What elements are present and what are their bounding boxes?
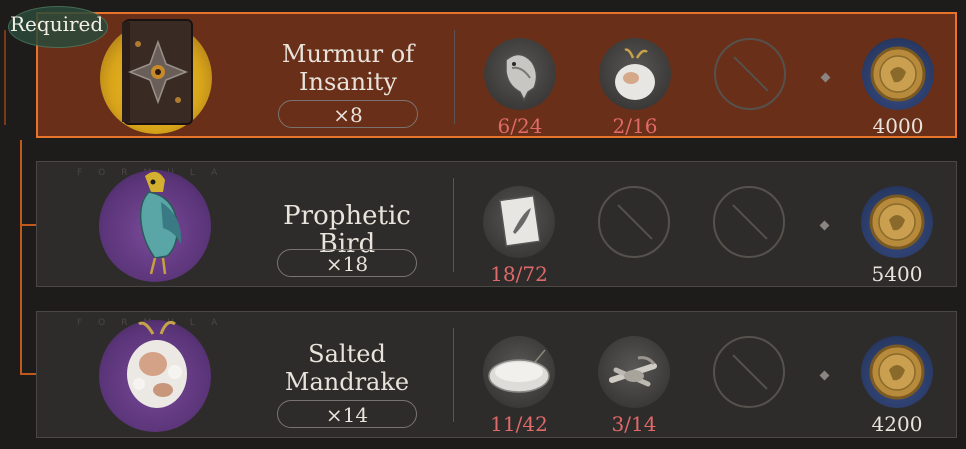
gold-coin-icon	[870, 46, 926, 102]
feather-card-icon	[498, 194, 541, 247]
empty-ingredient-slot	[598, 186, 670, 258]
ingredient-count: 11/42	[490, 412, 548, 436]
prophetic-bird-icon	[139, 171, 182, 275]
gold-coin-icon	[869, 194, 925, 250]
cost-slot	[862, 38, 934, 110]
separator-diamond	[819, 220, 830, 231]
ingredient-slot[interactable]	[599, 38, 671, 110]
dark-grimoire-book-icon	[122, 19, 193, 125]
empty-ingredient-slot	[714, 38, 786, 110]
separator-diamond	[819, 370, 830, 381]
cost-amount: 5400	[871, 262, 923, 286]
mandrake-root-icon	[609, 356, 657, 387]
empty-ingredient-slot	[713, 336, 785, 408]
ingredient-slot[interactable]	[483, 186, 555, 258]
recipe-row-salted-mandrake[interactable]: FORMULA Salted Mandrake ×14 11/42 3/14	[36, 311, 957, 438]
tree-branch-1	[20, 224, 36, 226]
tree-connector-top	[4, 30, 6, 125]
tree-branch-2	[20, 373, 36, 375]
required-label: Required	[10, 12, 104, 36]
divider	[454, 30, 455, 124]
salted-mandrake-icon	[615, 48, 655, 100]
quantity-pill[interactable]: ×18	[277, 249, 417, 277]
salt-bowl-icon	[488, 349, 550, 393]
ingredient-count: 6/24	[497, 114, 543, 138]
recipe-row-prophetic-bird[interactable]: FORMULA Prophetic Bird ×18 18/72 5400	[36, 161, 957, 287]
cost-amount: 4200	[871, 412, 923, 436]
divider	[453, 178, 454, 272]
divider	[453, 328, 454, 422]
empty-ingredient-slot	[713, 186, 785, 258]
separator-diamond	[820, 72, 831, 83]
ingredient-count: 2/16	[612, 114, 658, 138]
cost-slot	[861, 186, 933, 258]
cost-slot	[861, 336, 933, 408]
quantity-pill[interactable]: ×14	[277, 400, 417, 428]
salted-mandrake-icon	[127, 320, 187, 408]
cost-amount: 4000	[872, 114, 924, 138]
item-name: Murmur of Insanity	[281, 40, 415, 96]
ingredient-count: 18/72	[490, 262, 548, 286]
ingredient-slot[interactable]	[483, 336, 555, 408]
ingredient-count: 3/14	[611, 412, 657, 436]
ingredient-slot[interactable]	[484, 38, 556, 110]
item-name: Salted Mandrake	[284, 340, 410, 396]
recipe-row-murmur-of-insanity[interactable]: Murmur of Insanity ×8 6/24 2/16 4000	[36, 12, 957, 138]
raven-figurine-icon	[505, 53, 538, 102]
gold-coin-icon	[869, 344, 925, 400]
quantity-pill[interactable]: ×8	[278, 100, 418, 128]
tree-connector	[20, 140, 22, 375]
ingredient-slot[interactable]	[598, 336, 670, 408]
